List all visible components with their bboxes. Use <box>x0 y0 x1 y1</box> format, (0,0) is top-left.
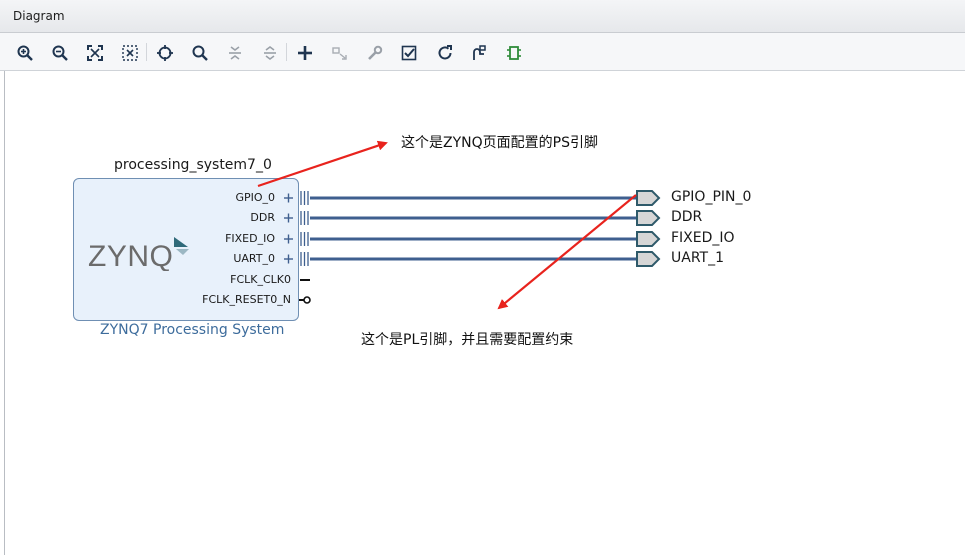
external-port-shape[interactable] <box>636 251 661 267</box>
ps-pin-annotation: 这个是ZYNQ页面配置的PS引脚 <box>401 135 598 151</box>
pl-pin-annotation: 这个是PL引脚，并且需要配置约束 <box>361 332 574 348</box>
external-port-uart-1[interactable]: UART_1 <box>671 250 724 266</box>
expand-plus-icon[interactable] <box>284 193 293 203</box>
expand-plus-icon[interactable] <box>284 234 293 244</box>
bus-pin-uart-0[interactable] <box>300 252 309 266</box>
bus-pin-ddr[interactable] <box>300 211 309 225</box>
expand-plus-icon[interactable] <box>284 213 293 223</box>
external-port-shape[interactable] <box>636 190 661 206</box>
annotation-arrow-pl <box>497 194 637 310</box>
external-port-gpio-pin-0[interactable]: GPIO_PIN_0 <box>671 189 751 205</box>
reset-pin[interactable] <box>299 296 311 304</box>
expand-plus-icon[interactable] <box>284 254 293 264</box>
bus-pin-gpio-0[interactable] <box>300 191 309 205</box>
external-port-ddr[interactable]: DDR <box>671 209 702 225</box>
external-port-fixed-io[interactable]: FIXED_IO <box>671 230 735 246</box>
annotation-arrow-ps <box>257 140 388 188</box>
bus-pin-fixed-io[interactable] <box>300 232 309 246</box>
external-port-shape[interactable] <box>636 210 661 226</box>
external-port-shape[interactable] <box>636 231 661 247</box>
diagram-graphics <box>257 140 661 310</box>
